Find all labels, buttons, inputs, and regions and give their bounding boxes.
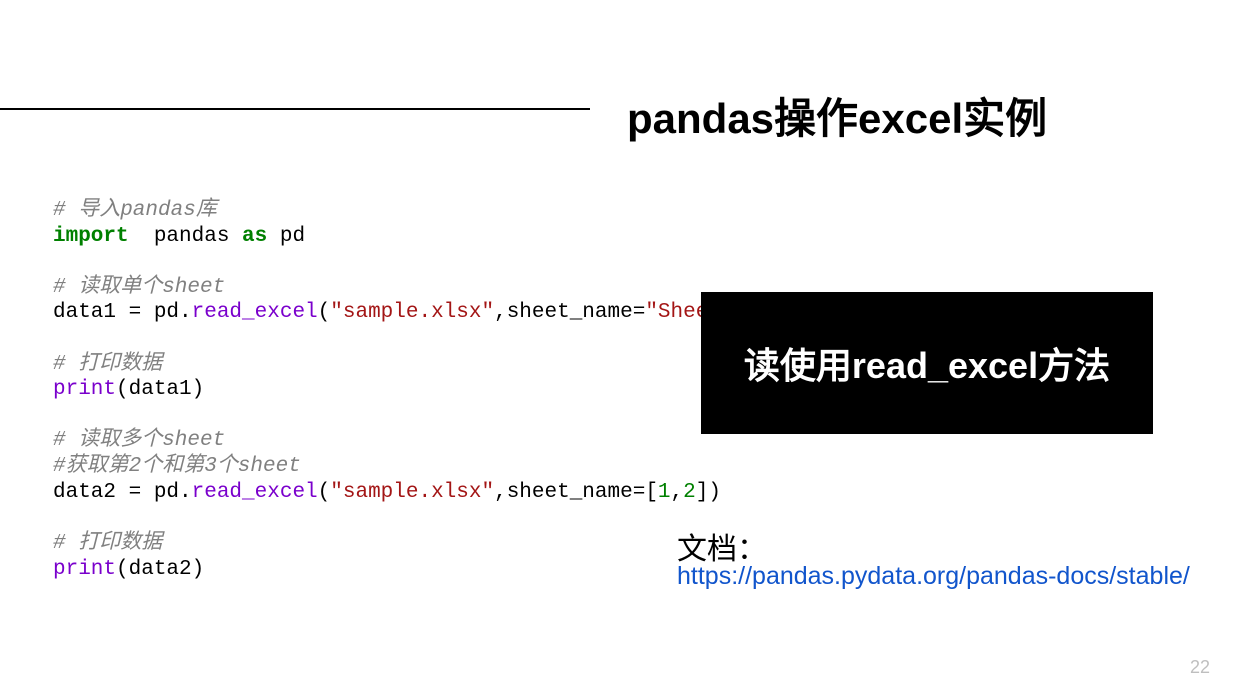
slide-title: pandas操作excel实例 [627, 85, 1047, 146]
code-text: (data2) [116, 558, 204, 581]
code-comment: # 打印数据 [53, 353, 162, 376]
code-block: # 导入pandas库 import pandas as pd # 读取单个sh… [53, 198, 759, 582]
code-text: ,sheet_name=[ [494, 481, 658, 504]
code-number: 2 [683, 481, 696, 504]
header-divider-line [0, 108, 590, 110]
documentation-link[interactable]: https://pandas.pydata.org/pandas-docs/st… [677, 562, 1190, 591]
code-function: print [53, 378, 116, 401]
code-comment: # 读取单个sheet [53, 276, 225, 299]
code-keyword: as [242, 225, 267, 248]
code-function: print [53, 558, 116, 581]
code-text: ,sheet_name= [494, 301, 645, 324]
highlight-box: 读使用read_excel方法 [701, 292, 1153, 434]
code-text: , [671, 481, 684, 504]
code-text: pandas [129, 225, 242, 248]
highlight-box-text: 读使用read_excel方法 [744, 337, 1110, 389]
code-string: "sample.xlsx" [330, 301, 494, 324]
code-comment: # 导入pandas库 [53, 199, 217, 222]
code-text: ]) [696, 481, 721, 504]
code-text: ( [318, 481, 331, 504]
code-keyword: import [53, 225, 129, 248]
code-text: pd [267, 225, 305, 248]
code-text: ( [318, 301, 331, 324]
code-function: read_excel [192, 481, 318, 504]
code-text: (data1) [116, 378, 204, 401]
code-comment: # 读取多个sheet [53, 429, 225, 452]
code-number: 1 [658, 481, 671, 504]
code-text: data1 = pd. [53, 301, 192, 324]
code-string: "sample.xlsx" [330, 481, 494, 504]
code-text: data2 = pd. [53, 481, 192, 504]
code-comment: # 打印数据 [53, 532, 162, 555]
page-number: 22 [1190, 657, 1210, 678]
code-function: read_excel [192, 301, 318, 324]
code-comment: #获取第2个和第3个sheet [53, 455, 301, 478]
